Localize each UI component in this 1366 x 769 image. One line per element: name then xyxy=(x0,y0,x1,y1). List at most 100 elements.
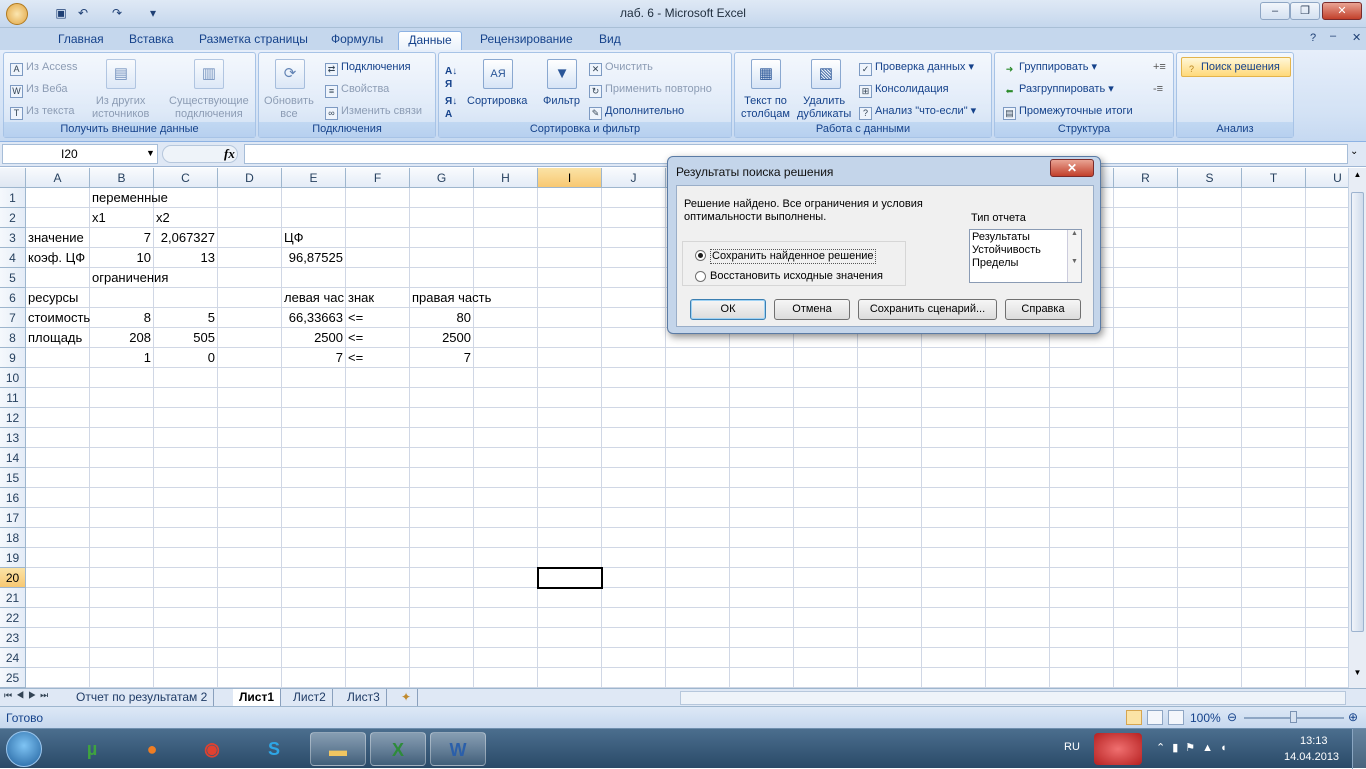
row-header-10[interactable]: 10 xyxy=(0,368,26,388)
cell-c4[interactable]: 13 xyxy=(154,248,217,268)
cell-e6[interactable]: левая час xyxy=(282,288,346,308)
page-layout-view-icon[interactable] xyxy=(1147,710,1163,725)
cell-e3[interactable]: ЦФ xyxy=(282,228,306,248)
column-header-e[interactable]: E xyxy=(282,168,346,188)
cell-a4[interactable]: коэф. ЦФ xyxy=(26,248,87,268)
sheet-tab-list2[interactable]: Лист2 xyxy=(287,689,333,707)
zoom-in-icon[interactable]: ⊕ xyxy=(1348,710,1358,724)
report-list-scrollbar[interactable]: ▲ ▼ xyxy=(1067,230,1081,282)
column-header-a[interactable]: A xyxy=(26,168,90,188)
cell-f8[interactable]: <= xyxy=(346,328,365,348)
report-type-list[interactable]: Результаты Устойчивость Пределы ▲ ▼ xyxy=(969,229,1082,283)
report-item-sensitivity[interactable]: Устойчивость xyxy=(972,244,1041,257)
skype-icon[interactable]: S xyxy=(246,732,302,766)
from-other-sources-button[interactable]: Из других источников xyxy=(92,95,149,121)
close-button[interactable]: ✕ xyxy=(1322,2,1362,20)
restore-values-radio[interactable] xyxy=(695,271,706,282)
keep-solution-label[interactable]: Сохранить найденное решение xyxy=(710,249,876,264)
tab-view[interactable]: Вид xyxy=(593,31,627,50)
excel-icon[interactable]: X xyxy=(370,732,426,766)
cell-g7[interactable]: 80 xyxy=(410,308,473,328)
row-header-1[interactable]: 1 xyxy=(0,188,26,208)
keep-solution-radio[interactable] xyxy=(695,250,706,261)
column-header-j[interactable]: J xyxy=(602,168,666,188)
row-header-20[interactable]: 20 xyxy=(0,568,26,588)
cell-a8[interactable]: площадь xyxy=(26,328,84,348)
row-header-6[interactable]: 6 xyxy=(0,288,26,308)
cell-f7[interactable]: <= xyxy=(346,308,365,328)
hide-detail-icon[interactable]: -≡ xyxy=(1153,83,1163,96)
clear-button[interactable]: ✕ Очистить xyxy=(589,61,653,76)
cell-b2[interactable]: x1 xyxy=(90,208,108,228)
row-header-13[interactable]: 13 xyxy=(0,428,26,448)
row-header-12[interactable]: 12 xyxy=(0,408,26,428)
row-header-21[interactable]: 21 xyxy=(0,588,26,608)
row-header-9[interactable]: 9 xyxy=(0,348,26,368)
sheet-tab-report[interactable]: Отчет по результатам 2 xyxy=(70,689,215,707)
column-header-t[interactable]: T xyxy=(1242,168,1306,188)
sheet-nav-icons[interactable]: ⏮◀▶⏭ xyxy=(4,690,52,701)
restore-values-label[interactable]: Восстановить исходные значения xyxy=(710,270,883,283)
tray-icons[interactable]: ⌃▮⚑▲◖ xyxy=(1156,741,1234,754)
cell-c2[interactable]: x2 xyxy=(154,208,172,228)
reapply-button[interactable]: ↻ Применить повторно xyxy=(589,83,712,98)
cell-c3[interactable]: 2,067327 xyxy=(154,228,217,248)
zoom-level[interactable]: 100% xyxy=(1190,711,1221,725)
row-header-18[interactable]: 18 xyxy=(0,528,26,548)
insert-sheet-icon[interactable]: ✦ xyxy=(395,689,419,707)
what-if-button[interactable]: ? Анализ "что-если" ▾ xyxy=(859,105,976,120)
page-break-view-icon[interactable] xyxy=(1168,710,1184,725)
cell-f9[interactable]: <= xyxy=(346,348,365,368)
save-scenario-button[interactable]: Сохранить сценарий... xyxy=(858,299,997,320)
scroll-thumb[interactable] xyxy=(1351,192,1364,632)
sort-button[interactable]: Сортировка xyxy=(467,95,527,108)
properties-button[interactable]: ≡ Свойства xyxy=(325,83,389,98)
name-box[interactable]: I20 xyxy=(2,144,158,164)
zoom-out-icon[interactable]: ⊖ xyxy=(1227,710,1237,724)
firefox-icon[interactable]: ● xyxy=(124,732,180,766)
cancel-button[interactable]: Отмена xyxy=(774,299,850,320)
dialog-close-button[interactable]: ✕ xyxy=(1050,159,1094,177)
sort-az-icon[interactable]: А↓ Я xyxy=(445,65,457,91)
cell-a7[interactable]: стоимость xyxy=(26,308,92,328)
edit-links-button[interactable]: ∞ Изменить связи xyxy=(325,105,422,120)
cell-g8[interactable]: 2500 xyxy=(410,328,473,348)
filter-button[interactable]: Фильтр xyxy=(543,95,580,108)
tab-data[interactable]: Данные xyxy=(398,31,462,50)
row-header-22[interactable]: 22 xyxy=(0,608,26,628)
insert-function-icon[interactable]: fx xyxy=(224,146,235,162)
row-header-25[interactable]: 25 xyxy=(0,668,26,688)
cell-a6[interactable]: ресурсы xyxy=(26,288,80,308)
ribbon-close-icon[interactable]: ✕ xyxy=(1352,31,1361,44)
zoom-thumb[interactable] xyxy=(1290,711,1297,723)
explorer-icon[interactable]: ▬ xyxy=(310,732,366,766)
word-icon[interactable]: W xyxy=(430,732,486,766)
column-header-d[interactable]: D xyxy=(218,168,282,188)
row-header-11[interactable]: 11 xyxy=(0,388,26,408)
report-item-results[interactable]: Результаты xyxy=(972,231,1030,244)
normal-view-icon[interactable] xyxy=(1126,710,1142,725)
column-header-s[interactable]: S xyxy=(1178,168,1242,188)
scroll-up-icon[interactable]: ▲ xyxy=(1351,170,1364,186)
ok-button[interactable]: ОК xyxy=(690,299,766,320)
consolidate-button[interactable]: ⊞ Консолидация xyxy=(859,83,949,98)
vertical-scrollbar[interactable]: ▲ ▼ xyxy=(1348,168,1366,688)
text-to-columns-button[interactable]: Текст по столбцам xyxy=(741,95,790,121)
sheet-tab-list1[interactable]: Лист1 xyxy=(233,689,282,707)
restore-button[interactable]: ❐ xyxy=(1290,2,1320,20)
cell-c9[interactable]: 0 xyxy=(154,348,217,368)
column-header-f[interactable]: F xyxy=(346,168,410,188)
help-button[interactable]: Справка xyxy=(1005,299,1081,320)
column-header-u[interactable]: U xyxy=(1306,168,1348,188)
cell-b7[interactable]: 8 xyxy=(90,308,153,328)
tab-review[interactable]: Рецензирование xyxy=(474,31,579,50)
column-header-i[interactable]: I xyxy=(538,168,602,188)
advanced-button[interactable]: ✎ Дополнительно xyxy=(589,105,684,120)
row-header-19[interactable]: 19 xyxy=(0,548,26,568)
start-button[interactable] xyxy=(6,731,42,767)
cell-f6[interactable]: знак xyxy=(346,288,376,308)
data-validation-button[interactable]: ✓ Проверка данных ▾ xyxy=(859,61,974,76)
row-header-5[interactable]: 5 xyxy=(0,268,26,288)
cell-b5[interactable]: ограничения xyxy=(90,268,170,288)
from-access-button[interactable]: A Из Access xyxy=(10,61,77,76)
